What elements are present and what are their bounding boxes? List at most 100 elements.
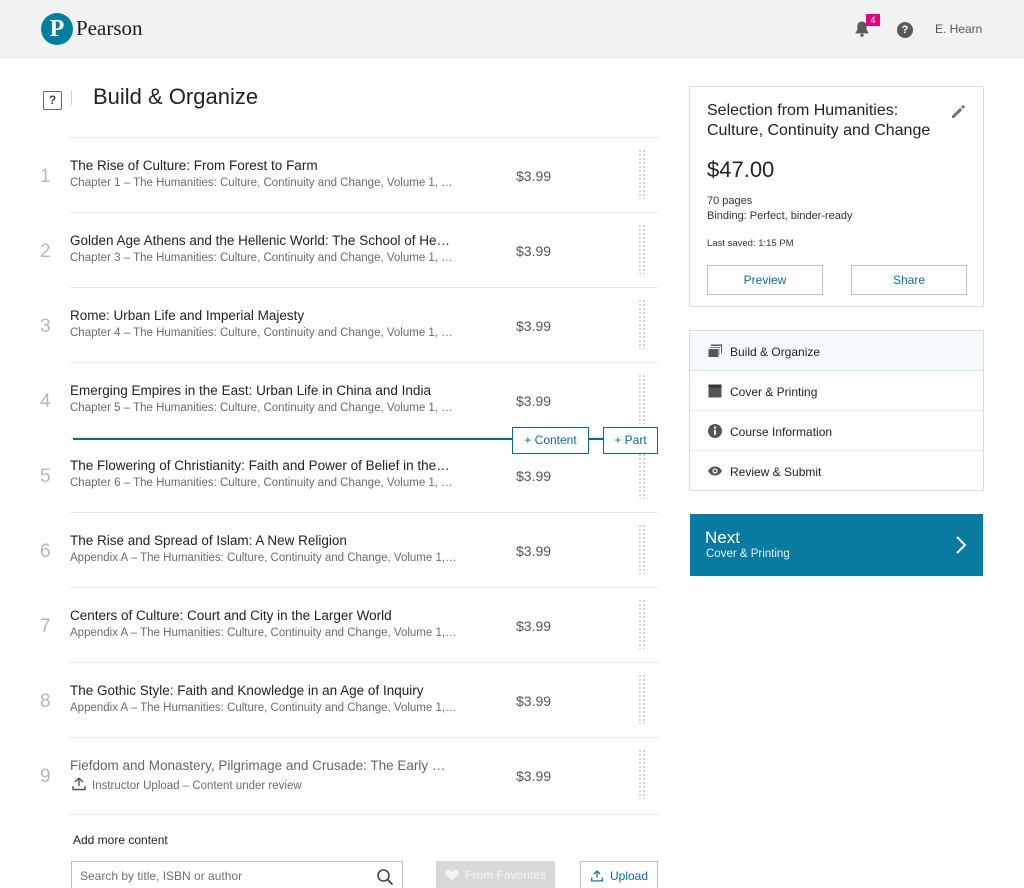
item-title[interactable]: Emerging Empires in the East: Urban Life… bbox=[70, 383, 450, 398]
item-subtitle: Chapter 4 – The Humanities: Culture, Con… bbox=[70, 327, 458, 339]
drag-handle-icon[interactable] bbox=[638, 599, 646, 649]
item-subtitle: Appendix A – The Humanities: Culture, Co… bbox=[70, 702, 458, 714]
drag-handle-icon[interactable] bbox=[638, 749, 646, 799]
search-icon[interactable] bbox=[376, 868, 394, 886]
item-number: 6 bbox=[40, 541, 51, 562]
page-title: Build & Organize bbox=[93, 84, 259, 109]
upload-label: Upload bbox=[609, 869, 649, 883]
item-number: 1 bbox=[40, 166, 51, 187]
nav-build-organize[interactable]: Build & Organize bbox=[690, 331, 983, 371]
list-item[interactable]: 4 Emerging Empires in the East: Urban Li… bbox=[32, 362, 658, 437]
item-title[interactable]: The Rise of Culture: From Forest to Farm bbox=[70, 158, 450, 173]
info-icon bbox=[708, 424, 722, 438]
item-number: 5 bbox=[40, 466, 51, 487]
drag-handle-icon[interactable] bbox=[638, 674, 646, 724]
item-title[interactable]: The Rise and Spread of Islam: A New Reli… bbox=[70, 533, 450, 548]
steps-nav: Build & Organize Cover & Printing Course… bbox=[689, 330, 984, 491]
item-price: $3.99 bbox=[516, 393, 552, 409]
book-cover-icon bbox=[708, 384, 722, 398]
upload-button[interactable]: Upload bbox=[580, 861, 658, 888]
help-icon[interactable]: ? bbox=[897, 22, 913, 38]
eye-icon bbox=[708, 466, 722, 476]
from-favorites-button[interactable]: From Favorites bbox=[436, 861, 555, 888]
nav-course-information[interactable]: Course Information bbox=[690, 411, 983, 451]
item-title[interactable]: The Flowering of Christianity: Faith and… bbox=[70, 458, 450, 473]
item-number: 3 bbox=[40, 316, 51, 337]
list-item[interactable]: 3 Rome: Urban Life and Imperial Majesty … bbox=[32, 287, 658, 362]
stack-icon bbox=[707, 344, 722, 358]
drag-handle-icon[interactable] bbox=[638, 524, 646, 574]
brand-name[interactable]: Pearson bbox=[76, 16, 143, 41]
search-input[interactable] bbox=[80, 862, 370, 888]
nav-label: Cover & Printing bbox=[730, 385, 818, 399]
notification-count-badge: 4 bbox=[866, 14, 880, 26]
project-summary-card: Selection from Humanities: Culture, Cont… bbox=[689, 86, 984, 307]
page-count: 70 pages bbox=[707, 195, 753, 207]
item-number: 4 bbox=[40, 391, 51, 412]
row-divider bbox=[70, 137, 658, 138]
list-item[interactable]: 1 The Rise of Culture: From Forest to Fa… bbox=[32, 137, 658, 212]
nav-cover-printing[interactable]: Cover & Printing bbox=[690, 371, 983, 411]
project-title: Selection from Humanities: Culture, Cont… bbox=[707, 102, 931, 139]
item-price: $3.99 bbox=[516, 243, 552, 259]
item-price: $3.99 bbox=[516, 468, 552, 484]
item-number: 7 bbox=[40, 616, 51, 637]
drag-handle-icon[interactable] bbox=[638, 449, 646, 499]
add-content-button[interactable]: + Content bbox=[512, 427, 589, 454]
page-help-icon[interactable]: ? bbox=[43, 91, 62, 110]
row-divider bbox=[70, 287, 658, 288]
search-field[interactable] bbox=[71, 861, 403, 888]
list-item[interactable]: 6 The Rise and Spread of Islam: A New Re… bbox=[32, 512, 658, 587]
item-price: $3.99 bbox=[516, 168, 552, 184]
nav-label: Course Information bbox=[730, 425, 833, 439]
nav-label: Review & Submit bbox=[730, 465, 822, 479]
row-divider bbox=[70, 662, 658, 663]
header-divider bbox=[71, 91, 72, 105]
drag-handle-icon[interactable] bbox=[638, 149, 646, 199]
heart-icon bbox=[445, 870, 459, 881]
item-price: $3.99 bbox=[516, 318, 552, 334]
from-favorites-label: From Favorites bbox=[465, 868, 546, 882]
list-item[interactable]: 9 Fiefdom and Monastery, Pilgrimage and … bbox=[32, 737, 658, 812]
share-button[interactable]: Share bbox=[851, 265, 967, 295]
content-list: 1 The Rise of Culture: From Forest to Fa… bbox=[32, 137, 658, 812]
next-title: Next bbox=[705, 528, 740, 547]
list-item[interactable]: 8 The Gothic Style: Faith and Knowledge … bbox=[32, 662, 658, 737]
item-title[interactable]: Rome: Urban Life and Imperial Majesty bbox=[70, 308, 450, 323]
top-bar: P Pearson 4 ? E. Hearn bbox=[0, 0, 1024, 58]
add-part-button[interactable]: + Part bbox=[603, 427, 658, 454]
last-saved: Last saved: 1:15 PM bbox=[707, 238, 794, 249]
next-subtitle: Cover & Printing bbox=[706, 548, 790, 560]
item-subtitle: Appendix A – The Humanities: Culture, Co… bbox=[70, 552, 458, 564]
drag-handle-icon[interactable] bbox=[638, 299, 646, 349]
list-end-divider bbox=[70, 814, 658, 815]
chevron-right-icon bbox=[956, 536, 967, 554]
preview-button[interactable]: Preview bbox=[707, 265, 823, 295]
nav-label: Build & Organize bbox=[730, 345, 821, 359]
upload-icon bbox=[591, 870, 603, 882]
row-divider bbox=[70, 512, 658, 513]
next-step-button[interactable]: Next Cover & Printing bbox=[690, 514, 983, 576]
item-number: 9 bbox=[40, 766, 51, 787]
item-subtitle: Appendix A – The Humanities: Culture, Co… bbox=[70, 627, 458, 639]
item-subtitle: Chapter 6 – The Humanities: Culture, Con… bbox=[70, 477, 458, 489]
nav-review-submit[interactable]: Review & Submit bbox=[690, 451, 983, 491]
item-subtitle: Chapter 1 – The Humanities: Culture, Con… bbox=[70, 177, 458, 189]
binding-info: Binding: Perfect, binder-ready bbox=[707, 210, 853, 222]
user-menu[interactable]: E. Hearn bbox=[935, 22, 982, 36]
item-title[interactable]: Fiefdom and Monastery, Pilgrimage and Cr… bbox=[70, 758, 450, 773]
item-title[interactable]: Centers of Culture: Court and City in th… bbox=[70, 608, 450, 623]
row-divider bbox=[70, 587, 658, 588]
row-divider bbox=[70, 362, 658, 363]
pearson-logo-icon[interactable]: P bbox=[41, 13, 73, 45]
item-title[interactable]: The Gothic Style: Faith and Knowledge in… bbox=[70, 683, 450, 698]
drag-handle-icon[interactable] bbox=[638, 224, 646, 274]
drag-handle-icon[interactable] bbox=[638, 374, 646, 424]
edit-pencil-icon[interactable] bbox=[950, 104, 966, 120]
item-price: $3.99 bbox=[516, 693, 552, 709]
total-price: $47.00 bbox=[707, 157, 775, 182]
list-item[interactable]: 7 Centers of Culture: Court and City in … bbox=[32, 587, 658, 662]
item-subtitle: Chapter 5 – The Humanities: Culture, Con… bbox=[70, 402, 458, 414]
list-item[interactable]: 2 Golden Age Athens and the Hellenic Wor… bbox=[32, 212, 658, 287]
item-title[interactable]: Golden Age Athens and the Hellenic World… bbox=[70, 233, 450, 248]
